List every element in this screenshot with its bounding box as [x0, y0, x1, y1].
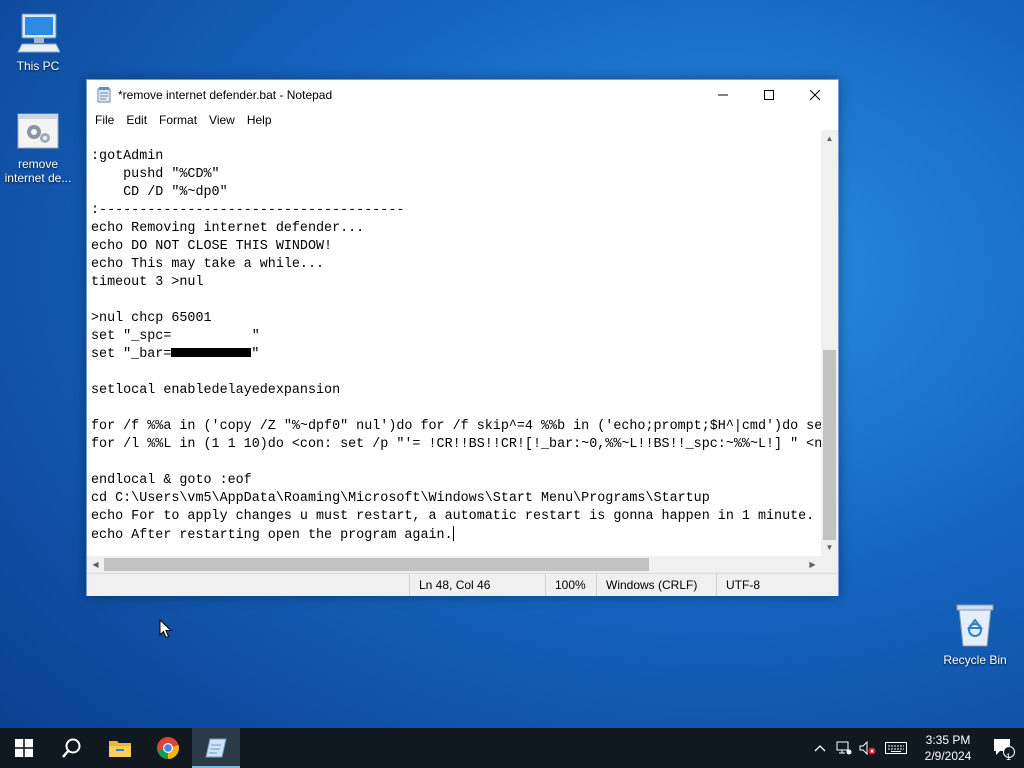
menu-file[interactable]: File: [89, 113, 120, 127]
close-button[interactable]: [792, 80, 838, 110]
notepad-icon: [205, 738, 227, 758]
code-line: echo Removing internet defender...: [91, 221, 365, 236]
code-line: echo After restarting open the program a…: [91, 528, 453, 543]
menu-format[interactable]: Format: [153, 113, 203, 127]
text-editor[interactable]: :gotAdmin pushd "%CD%" CD /D "%~dp0" :--…: [87, 130, 821, 556]
window-title: *remove internet defender.bat - Notepad: [118, 88, 333, 102]
system-tray: 3:35 PM 2/9/2024 1: [808, 728, 1024, 768]
taskbar-chrome[interactable]: [144, 728, 192, 768]
mouse-cursor-icon: [159, 619, 173, 639]
desktop-icon-label: remove internet de...: [4, 157, 72, 185]
code-line: timeout 3 >nul: [91, 275, 204, 290]
code-line: :gotAdmin: [91, 149, 164, 164]
desktop-icon-this-pc[interactable]: This PC: [0, 10, 76, 73]
computer-icon: [17, 13, 61, 53]
action-center-button[interactable]: 1: [984, 738, 1024, 762]
scrollbar-corner: [821, 556, 838, 573]
code-line: cd C:\Users\vm5\AppData\Roaming\Microsof…: [91, 491, 710, 506]
horizontal-scrollbar[interactable]: ◀ ▶: [87, 556, 821, 573]
search-icon: [62, 738, 81, 758]
code-line-bar: set "_bar= ": [91, 347, 260, 362]
status-line-ending: Windows (CRLF): [596, 574, 697, 596]
start-button[interactable]: [0, 728, 48, 768]
batch-file-icon: [17, 113, 59, 149]
notification-icon: [994, 739, 1015, 758]
show-hidden-icons-button[interactable]: [808, 728, 832, 768]
code-line: setlocal enabledelayedexpansion: [91, 383, 341, 398]
clock-date: 2/9/2024: [924, 749, 972, 763]
keyboard-icon: [885, 742, 907, 754]
minimize-button[interactable]: [700, 80, 746, 110]
title-bar[interactable]: *remove internet defender.bat - Notepad: [87, 80, 838, 110]
scroll-left-arrow-icon[interactable]: ◀: [87, 556, 104, 573]
vertical-scrollbar[interactable]: ▲ ▼: [821, 130, 838, 556]
horizontal-scroll-thumb[interactable]: [104, 558, 649, 571]
maximize-button[interactable]: [746, 80, 792, 110]
code-line: :--------------------------------------: [91, 203, 405, 218]
speaker-muted-icon: [859, 741, 876, 755]
text-caret: [452, 526, 454, 541]
code-line: CD /D "%~dp0": [91, 185, 228, 200]
menu-bar: File Edit Format View Help: [87, 110, 838, 130]
scroll-down-arrow-icon[interactable]: ▼: [821, 539, 838, 556]
desktop-icon-label: Recycle Bin: [943, 653, 1007, 667]
code-line: set "_spc= ": [91, 329, 260, 344]
scroll-up-arrow-icon[interactable]: ▲: [821, 130, 838, 147]
network-status[interactable]: [832, 728, 856, 768]
folder-icon: [109, 741, 131, 757]
scroll-right-arrow-icon[interactable]: ▶: [804, 556, 821, 573]
clock-time: 3:35 PM: [925, 733, 971, 747]
progress-bar-glyphs: [171, 348, 252, 357]
chevron-up-icon: [814, 745, 826, 752]
code-line: for /l %%L in (1 1 10)do <con: set /p "'…: [91, 437, 821, 452]
notepad-icon: [97, 87, 111, 103]
notification-count-badge: 1: [1006, 752, 1012, 762]
menu-edit[interactable]: Edit: [120, 113, 153, 127]
taskbar: 3:35 PM 2/9/2024 1: [0, 728, 1024, 768]
status-bar: Ln 48, Col 46 100% Windows (CRLF) UTF-8: [87, 573, 838, 596]
input-indicator[interactable]: [880, 728, 912, 768]
maximize-icon: [764, 90, 774, 100]
recycle-bin-icon: [956, 604, 994, 647]
notepad-window[interactable]: *remove internet defender.bat - Notepad …: [86, 79, 839, 596]
code-line: pushd "%CD%": [91, 167, 220, 182]
chrome-icon: [157, 737, 179, 759]
code-line: echo DO NOT CLOSE THIS WINDOW!: [91, 239, 333, 254]
vertical-scroll-thumb[interactable]: [823, 350, 836, 540]
clock[interactable]: 3:35 PM 2/9/2024: [912, 732, 984, 764]
editor-content[interactable]: :gotAdmin pushd "%CD%" CD /D "%~dp0" :--…: [87, 130, 821, 545]
code-line: endlocal & goto :eof: [91, 473, 252, 488]
desktop-icon-recycle-bin[interactable]: Recycle Bin: [937, 602, 1013, 667]
minimize-icon: [718, 94, 728, 96]
windows-logo-icon: [15, 739, 33, 757]
network-icon: [836, 741, 852, 755]
taskbar-file-explorer[interactable]: [96, 728, 144, 768]
code-line: for /f %%a in ('copy /Z "%~dpf0" nul')do…: [91, 419, 821, 434]
status-zoom: 100%: [545, 574, 586, 596]
desktop-icon-bat-file[interactable]: remove internet de...: [0, 112, 76, 185]
code-line: >nul chcp 65001: [91, 311, 212, 326]
code-line: echo For to apply changes u must restart…: [91, 509, 815, 524]
status-position: Ln 48, Col 46: [409, 574, 490, 596]
status-encoding: UTF-8: [716, 574, 760, 596]
desktop-icon-label: This PC: [16, 59, 60, 73]
taskbar-notepad[interactable]: [192, 728, 240, 768]
volume-status[interactable]: [856, 728, 880, 768]
search-button[interactable]: [48, 728, 96, 768]
menu-view[interactable]: View: [203, 113, 241, 127]
code-line: echo This may take a while...: [91, 257, 325, 272]
menu-help[interactable]: Help: [241, 113, 278, 127]
close-icon: [810, 90, 820, 100]
